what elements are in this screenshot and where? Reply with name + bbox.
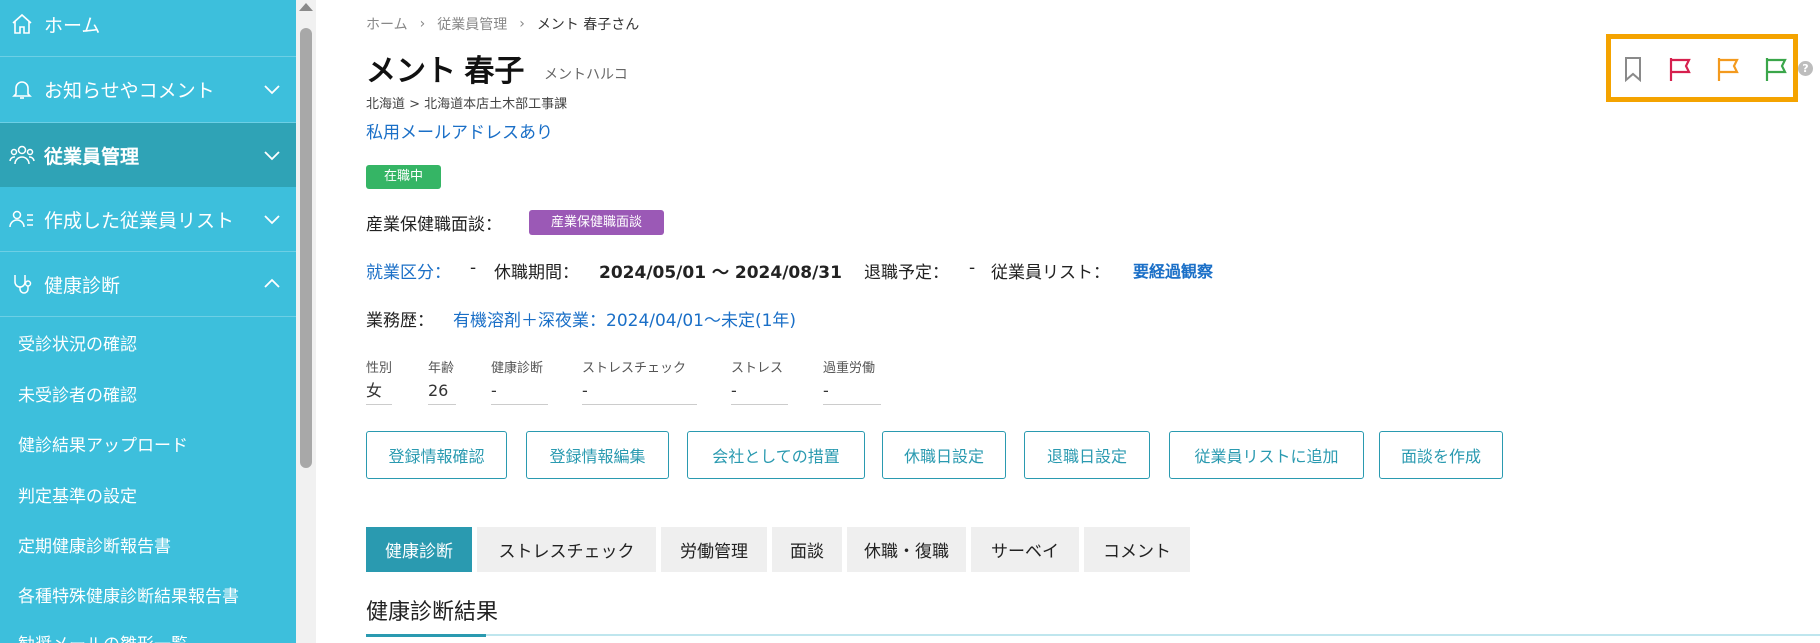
- stat-value-overwork: -: [823, 381, 881, 405]
- interview-badge: 産業保健職面談: [529, 210, 665, 235]
- users-icon: [4, 123, 40, 187]
- section-divider-accent: [366, 634, 486, 637]
- breadcrumb-separator: ›: [519, 16, 525, 32]
- employment-category-value: -: [470, 258, 477, 278]
- add-to-list-button[interactable]: 従業員リストに追加: [1169, 431, 1364, 479]
- sidebar-item-label: お知らせやコメント: [44, 79, 215, 102]
- flag-green-icon[interactable]: [1763, 56, 1789, 82]
- retire-label: 退職予定：: [864, 263, 949, 283]
- breadcrumb-home[interactable]: ホーム: [366, 14, 408, 34]
- tab-leave-return[interactable]: 休職・復職: [847, 527, 966, 572]
- sidebar-item-label: ホーム: [44, 14, 101, 37]
- tab-interview[interactable]: 面談: [772, 527, 842, 572]
- chevron-down-icon: [264, 215, 280, 225]
- sidebar-subitem-upload[interactable]: 健診結果アップロード: [18, 431, 188, 456]
- stat-label-overwork: 過重労働: [823, 361, 876, 376]
- private-mail-link[interactable]: 私用メールアドレスあり: [366, 118, 553, 143]
- sidebar-scrollbar[interactable]: [296, 0, 316, 643]
- user-list-icon: [4, 187, 40, 251]
- breadcrumb-employee-management[interactable]: 従業員管理: [437, 14, 507, 34]
- sidebar-item-notices[interactable]: お知らせやコメント: [0, 57, 296, 121]
- sidebar-subitem-periodic-report[interactable]: 定期健康診断報告書: [18, 532, 171, 557]
- tab-survey[interactable]: サーベイ: [971, 527, 1079, 572]
- chevron-down-icon: [264, 85, 280, 95]
- stat-value-checkup: -: [491, 381, 548, 405]
- work-history-label: 業務歴：: [366, 311, 434, 331]
- company-measures-button[interactable]: 会社としての措置: [687, 431, 865, 479]
- chevron-down-icon: [264, 151, 280, 161]
- flag-orange-icon[interactable]: [1715, 56, 1741, 82]
- employment-category-label[interactable]: 就業区分：: [366, 258, 451, 283]
- employee-department: 北海道 > 北海道本店土木部工事課: [366, 97, 568, 112]
- tab-labor-management[interactable]: 労働管理: [661, 527, 767, 572]
- home-icon: [4, 0, 40, 56]
- stethoscope-icon: [4, 252, 40, 316]
- bookmark-icon[interactable]: [1620, 56, 1646, 82]
- create-interview-button[interactable]: 面談を作成: [1379, 431, 1503, 479]
- stat-label-stress-check: ストレスチェック: [582, 361, 687, 376]
- divider: [0, 316, 296, 317]
- stat-label-age: 年齢: [428, 361, 455, 376]
- employee-kana: メントハルコ: [544, 67, 628, 83]
- view-registration-button[interactable]: 登録情報確認: [366, 431, 507, 479]
- sidebar-item-employee-management[interactable]: 従業員管理: [0, 123, 296, 187]
- stat-label-stress: ストレス: [731, 361, 784, 376]
- sidebar-item-health-checkup[interactable]: 健康診断: [0, 252, 296, 316]
- tab-health-checkup[interactable]: 健康診断: [366, 527, 472, 572]
- employee-list-value[interactable]: 要経過観察: [1133, 258, 1213, 282]
- chevron-up-icon: [264, 278, 280, 288]
- interview-label: 産業保健職面談：: [366, 215, 502, 235]
- leave-period-value: 2024/05/01 〜 2024/08/31: [599, 263, 842, 283]
- sidebar-item-label: 健康診断: [44, 274, 121, 297]
- sidebar-subitem-special-report[interactable]: 各種特殊健康診断結果報告書: [18, 582, 239, 607]
- stat-label-gender: 性別: [366, 361, 393, 376]
- section-divider: [366, 634, 1820, 636]
- sidebar-subitem-mail-templates[interactable]: 勧奨メールの雛形一覧: [18, 630, 188, 643]
- sidebar-item-created-lists[interactable]: 作成した従業員リスト: [0, 187, 296, 251]
- sidebar-item-label: 作成した従業員リスト: [44, 209, 235, 232]
- sidebar: ホーム お知らせやコメント 従業員管理 作成した従業員リスト 健康診断 受診状況…: [0, 0, 296, 643]
- retire-date-button[interactable]: 退職日設定: [1024, 431, 1150, 479]
- section-title: 健康診断結果: [366, 600, 499, 625]
- stat-value-stress-check: -: [582, 381, 697, 405]
- retire-value: -: [969, 258, 976, 278]
- employee-list-label: 従業員リスト：: [991, 263, 1110, 283]
- main-content: ホーム › 従業員管理 › メント 春子さん メント 春子 メントハルコ 北海道…: [316, 0, 1820, 643]
- sidebar-subitem-unexamined[interactable]: 未受診者の確認: [18, 381, 137, 406]
- bell-icon: [4, 57, 40, 121]
- breadcrumb-current: メント 春子さん: [536, 17, 640, 33]
- sidebar-item-home[interactable]: ホーム: [0, 0, 296, 56]
- edit-registration-button[interactable]: 登録情報編集: [526, 431, 669, 479]
- sidebar-item-label: 従業員管理: [44, 145, 140, 168]
- scroll-thumb[interactable]: [300, 28, 312, 468]
- breadcrumb-separator: ›: [419, 16, 426, 32]
- flag-red-icon[interactable]: [1667, 56, 1693, 82]
- status-badge: 在職中: [366, 165, 442, 189]
- breadcrumb: ホーム › 従業員管理 › メント 春子さん: [366, 14, 639, 34]
- employee-name: メント 春子: [366, 55, 525, 88]
- stat-value-age: 26: [428, 381, 456, 405]
- tab-comment[interactable]: コメント: [1084, 527, 1190, 572]
- leave-period-label: 休職期間：: [494, 263, 579, 283]
- sidebar-subitem-criteria[interactable]: 判定基準の設定: [18, 482, 137, 507]
- help-icon[interactable]: ?: [1798, 61, 1813, 76]
- sidebar-subitem-status[interactable]: 受診状況の確認: [18, 330, 137, 355]
- scroll-up-arrow-icon[interactable]: [299, 3, 313, 11]
- tab-stress-check[interactable]: ストレスチェック: [477, 527, 656, 572]
- stat-value-stress: -: [731, 381, 788, 405]
- stat-value-gender: 女: [366, 381, 392, 405]
- leave-date-button[interactable]: 休職日設定: [882, 431, 1006, 479]
- work-history-value[interactable]: 有機溶剤＋深夜業：2024/04/01〜未定(1年): [453, 306, 796, 331]
- stat-label-checkup: 健康診断: [491, 361, 544, 376]
